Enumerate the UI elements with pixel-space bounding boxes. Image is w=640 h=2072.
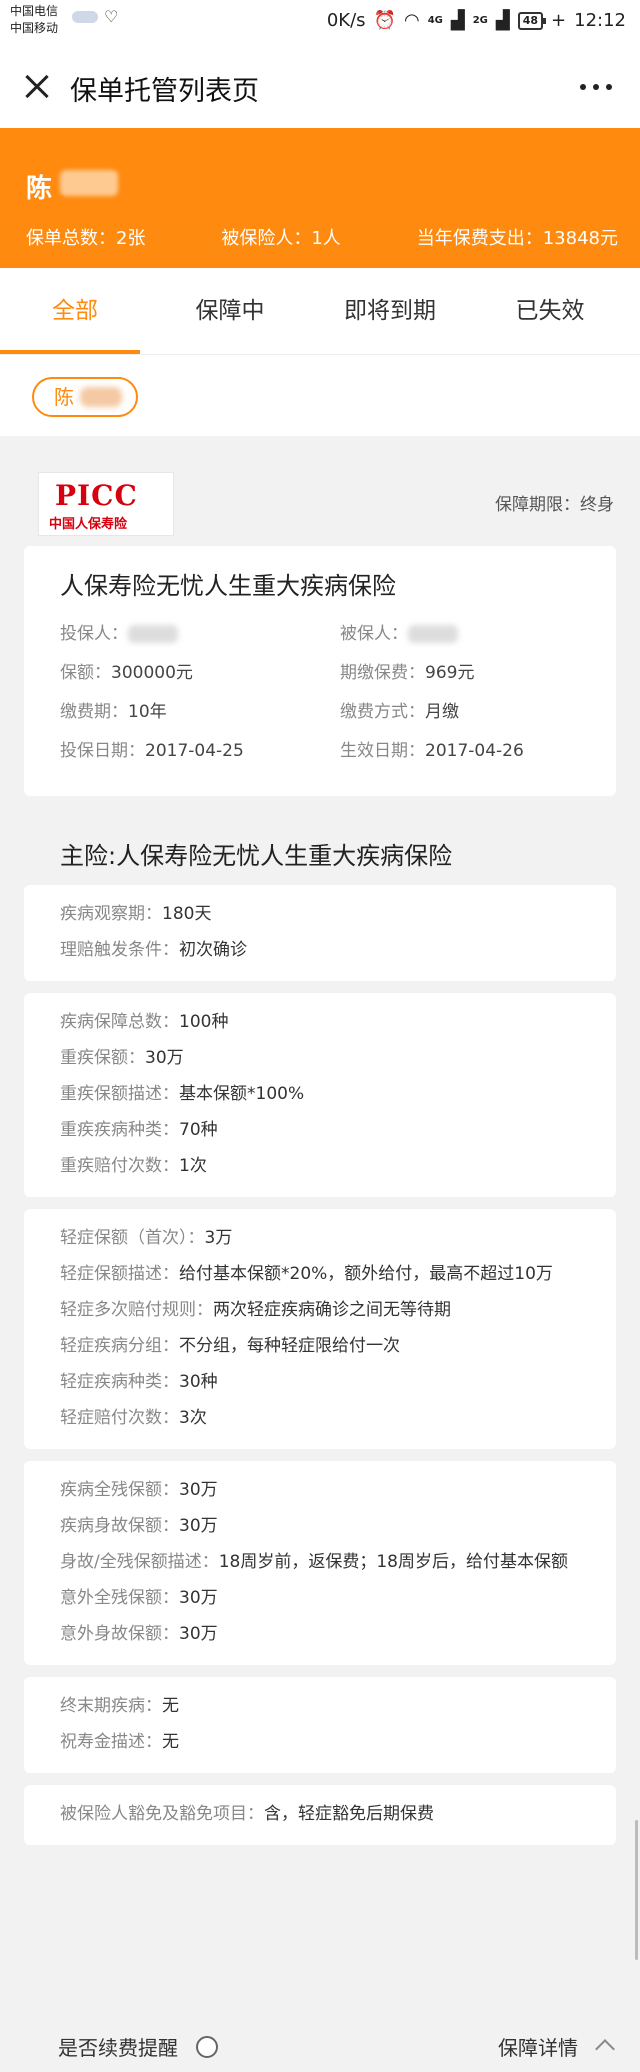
- insured-redacted: [408, 625, 458, 643]
- insurer-logo: PICC 中国人保寿险: [38, 472, 174, 536]
- more-options-icon[interactable]: [580, 84, 612, 90]
- field-premium: 期缴保费：969元: [340, 663, 475, 683]
- section-critical-illness: 疾病保障总数：100种 重疾保额：30万 重疾保额描述：基本保额*100% 重疾…: [24, 993, 616, 1197]
- tab-active[interactable]: 保障中: [150, 268, 310, 354]
- health-icon: ♡: [104, 7, 119, 26]
- row-accident-death: 意外身故保额：30万: [60, 1624, 218, 1644]
- section-waiver: 被保险人豁免及豁免项目：含，轻症豁免后期保费: [24, 1785, 616, 1845]
- person-chip-label: 陈: [54, 385, 74, 409]
- wifi-icon: ◠: [403, 10, 420, 31]
- row-disease-disability: 疾病全残保额：30万: [60, 1480, 218, 1500]
- section-terminal: 终末期疾病：无 祝寿金描述：无: [24, 1677, 616, 1773]
- row-ci-amount: 重疾保额：30万: [60, 1048, 184, 1068]
- signal-icon-2: ▟: [495, 10, 510, 31]
- person-filter-row: 陈: [0, 354, 640, 436]
- page-title: 保单托管列表页: [70, 76, 259, 107]
- chevron-up-icon[interactable]: [595, 2039, 615, 2059]
- owner-name-redacted: [60, 170, 118, 196]
- logo-main: PICC: [55, 479, 138, 512]
- row-mild-desc: 轻症保额描述：给付基本保额*20%，额外给付，最高不超过10万: [60, 1264, 553, 1284]
- row-mild-rule: 轻症多次赔付规则：两次轻症疾病确诊之间无等待期: [60, 1300, 451, 1320]
- renew-reminder-label: 是否续费提醒: [58, 2036, 178, 2060]
- row-total-diseases: 疾病保障总数：100种: [60, 1012, 229, 1032]
- coverage-detail-link[interactable]: 保障详情: [498, 2032, 578, 2061]
- row-ci-types: 重疾疾病种类：70种: [60, 1120, 218, 1140]
- row-ci-times: 重疾赔付次数：1次: [60, 1156, 207, 1176]
- carrier-2: 中国移动: [10, 21, 59, 35]
- carrier-1: 中国电信: [10, 4, 59, 18]
- policy-fields: 投保人： 被保人： 保额：300000元 期缴保费：969元 缴费期：10年 缴…: [60, 619, 616, 761]
- clock: 12:12: [574, 10, 626, 31]
- policy-name: 人保寿险无忧人生重大疾病保险: [60, 572, 396, 600]
- signal-icon-1: ▟: [450, 10, 465, 31]
- owner-name: 陈: [26, 174, 53, 204]
- row-mild-types: 轻症疾病种类：30种: [60, 1372, 218, 1392]
- row-ci-desc: 重疾保额描述：基本保额*100%: [60, 1084, 305, 1104]
- row-mild-times: 轻症赔付次数：3次: [60, 1408, 207, 1428]
- row-terminal: 终末期疾病：无: [60, 1696, 179, 1716]
- field-payment-period: 缴费期：10年: [60, 702, 167, 722]
- tab-expiring[interactable]: 即将到期: [310, 268, 470, 354]
- cloud-icon: [72, 11, 98, 23]
- policy-head: PICC 中国人保寿险 保障期限：终身: [0, 456, 640, 546]
- logo-sub: 中国人保寿险: [49, 517, 128, 532]
- filter-tabs: 全部 保障中 即将到期 已失效: [0, 268, 640, 354]
- network-2: 2G: [472, 14, 488, 26]
- charging-icon: +: [551, 10, 567, 31]
- tab-expired[interactable]: 已失效: [470, 268, 630, 354]
- field-sum-insured: 保额：300000元: [60, 663, 193, 683]
- person-chip[interactable]: 陈: [32, 377, 138, 417]
- row-waiver: 被保险人豁免及豁免项目：含，轻症豁免后期保费: [60, 1804, 434, 1824]
- summary-header: 陈 保单总数：2张 被保险人：1人 当年保费支出：13848元: [0, 128, 640, 268]
- close-icon[interactable]: [18, 66, 58, 106]
- status-bar: 中国电信 中国移动 ♡ 0K/s ⏰ ◠ 4G ▟ 2G ▟ 48 + 12:1…: [0, 0, 640, 44]
- section-observation: 疾病观察期：180天 理赔触发条件：初次确诊: [24, 885, 616, 981]
- renew-reminder-toggle[interactable]: [196, 2036, 218, 2058]
- row-mild-group: 轻症疾病分组：不分组，每种轻症限给付一次: [60, 1336, 400, 1356]
- row-death-desc: 身故/全残保额描述：18周岁前，返保费；18周岁后，给付基本保额: [60, 1552, 568, 1572]
- field-effective-date: 生效日期：2017-04-26: [340, 741, 524, 761]
- row-observation-period: 疾病观察期：180天: [60, 904, 212, 924]
- tab-all[interactable]: 全部: [0, 268, 150, 354]
- status-left-icons: ♡: [72, 9, 118, 25]
- main-coverage-title: 主险:人保寿险无忧人生重大疾病保险: [60, 842, 453, 870]
- title-bar: 保单托管列表页: [0, 44, 640, 128]
- alarm-icon: ⏰: [373, 10, 396, 31]
- section-mild-illness: 轻症保额（首次）：3万 轻症保额描述：给付基本保额*20%，额外给付，最高不超过…: [24, 1209, 616, 1449]
- row-accident-disability: 意外全残保额：30万: [60, 1588, 218, 1608]
- scrollbar[interactable]: [635, 1820, 638, 1960]
- row-disease-death: 疾病身故保额：30万: [60, 1516, 218, 1536]
- summary-stats: 保单总数：2张 被保险人：1人 当年保费支出：13848元: [26, 224, 618, 250]
- policyholder-redacted: [128, 625, 178, 643]
- total-policies: 保单总数：2张: [26, 228, 146, 249]
- row-mild-amount: 轻症保额（首次）：3万: [60, 1228, 233, 1248]
- field-insured: 被保人：: [340, 619, 600, 644]
- insured-count: 被保险人：1人: [221, 228, 341, 249]
- section-disability-death: 疾病全残保额：30万 疾病身故保额：30万 身故/全残保额描述：18周岁前，返保…: [24, 1461, 616, 1665]
- person-chip-redacted: [80, 387, 122, 407]
- network-speed: 0K/s: [326, 10, 366, 31]
- status-right: 0K/s ⏰ ◠ 4G ▟ 2G ▟ 48 + 12:12: [327, 10, 626, 31]
- annual-premium: 当年保费支出：13848元: [416, 228, 618, 249]
- battery-icon: 48: [517, 11, 547, 30]
- row-claim-trigger: 理赔触发条件：初次确诊: [60, 940, 247, 960]
- field-policyholder: 投保人：: [60, 619, 340, 644]
- policy-term: 保障期限：终身: [495, 495, 614, 515]
- policy-card: PICC 中国人保寿险 保障期限：终身 人保寿险无忧人生重大疾病保险 投保人： …: [0, 456, 640, 1857]
- policy-summary[interactable]: 人保寿险无忧人生重大疾病保险 投保人： 被保人： 保额：300000元 期缴保费…: [24, 546, 616, 796]
- row-longevity: 祝寿金描述：无: [60, 1732, 179, 1752]
- bottom-bar: 是否续费提醒 保障详情: [0, 2020, 640, 2072]
- field-payment-method: 缴费方式：月缴: [340, 702, 459, 722]
- network-1: 4G: [427, 14, 443, 26]
- field-apply-date: 投保日期：2017-04-25: [60, 741, 244, 761]
- carrier-info: 中国电信 中国移动: [10, 3, 58, 37]
